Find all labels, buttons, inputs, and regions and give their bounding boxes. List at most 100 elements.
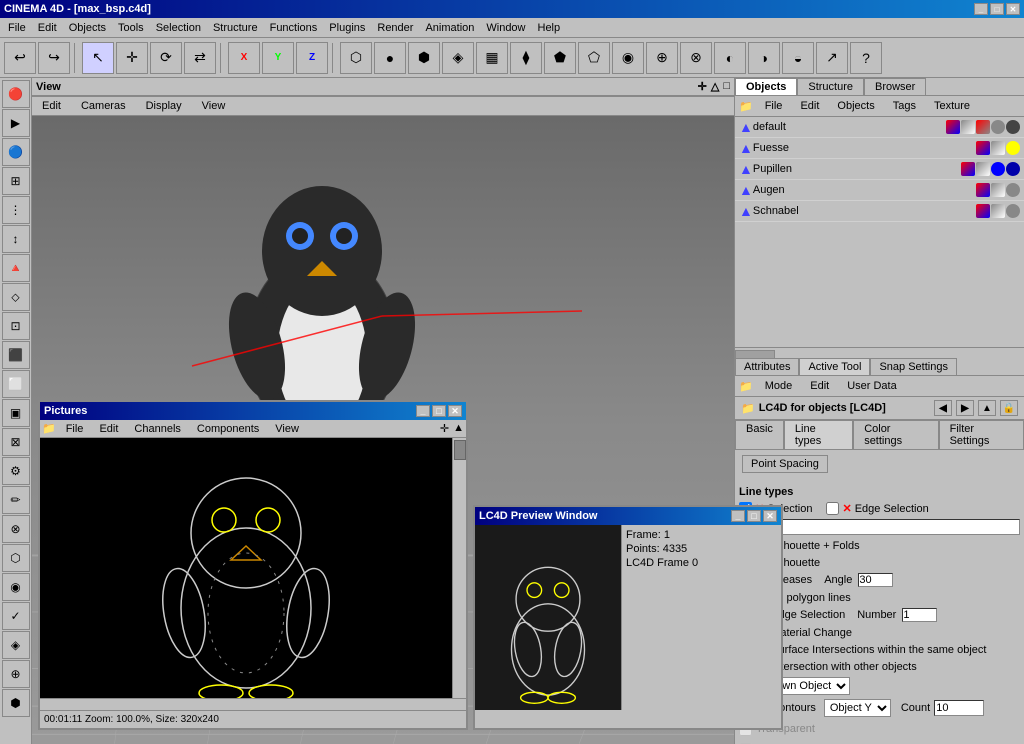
menu-render[interactable]: Render (371, 20, 419, 36)
view-display[interactable]: Display (140, 98, 188, 114)
view-view[interactable]: View (196, 98, 232, 114)
nav-back[interactable]: ◀ (934, 400, 952, 416)
maximize-button[interactable]: □ (990, 3, 1004, 15)
select-button[interactable]: ↖ (82, 42, 114, 74)
tool2-btn[interactable]: ▦ (476, 42, 508, 74)
pictures-canvas[interactable] (40, 438, 452, 698)
pic-view[interactable]: View (269, 421, 305, 437)
mat-dot-p4[interactable] (1006, 162, 1020, 176)
menu-plugins[interactable]: Plugins (323, 20, 371, 36)
list-item[interactable]: ▲ Schnabel (735, 201, 1024, 222)
pictures-maximize[interactable]: □ (432, 405, 446, 417)
mat-dot-f2[interactable] (991, 141, 1005, 155)
left-btn-19[interactable]: ✓ (2, 602, 30, 630)
pictures-minimize[interactable]: _ (416, 405, 430, 417)
pic-channels[interactable]: Channels (128, 421, 186, 437)
tool1-btn[interactable]: ◈ (442, 42, 474, 74)
preview-minimize[interactable]: _ (731, 510, 745, 522)
attr-mode[interactable]: Mode (759, 378, 799, 394)
close-button[interactable]: ✕ (1006, 3, 1020, 15)
tool5-btn[interactable]: ⬠ (578, 42, 610, 74)
mat-dot-a3[interactable] (1006, 183, 1020, 197)
pictures-scrollbar-v[interactable] (452, 438, 466, 698)
mat-dot-f1[interactable] (976, 141, 990, 155)
obj-edit-menu[interactable]: Edit (794, 98, 825, 114)
tab-line-types[interactable]: Line types (784, 420, 853, 449)
menu-structure[interactable]: Structure (207, 20, 264, 36)
mat-dot-p2[interactable] (976, 162, 990, 176)
mat-dot-3[interactable] (976, 120, 990, 134)
tool6-btn[interactable]: ◉ (612, 42, 644, 74)
cube-btn[interactable]: ⬡ (340, 42, 372, 74)
preview-maximize[interactable]: □ (747, 510, 761, 522)
tab-objects[interactable]: Objects (735, 78, 797, 95)
tool11-btn[interactable]: ◒ (782, 42, 814, 74)
menu-edit[interactable]: Edit (32, 20, 63, 36)
sphere-btn[interactable]: ● (374, 42, 406, 74)
nav-forward[interactable]: ▶ (956, 400, 974, 416)
tab-structure[interactable]: Structure (797, 78, 864, 95)
tab-filter-settings[interactable]: Filter Settings (939, 420, 1024, 449)
left-btn-9[interactable]: ⊡ (2, 312, 30, 340)
obj-texture-menu[interactable]: Texture (928, 98, 976, 114)
mat-dot-a1[interactable] (976, 183, 990, 197)
left-btn-17[interactable]: ⬡ (2, 544, 30, 572)
mat-dot-1[interactable] (946, 120, 960, 134)
menu-file[interactable]: File (2, 20, 32, 36)
menu-help[interactable]: Help (532, 20, 567, 36)
nav-up[interactable]: ▲ (978, 400, 996, 416)
obj-file-menu[interactable]: File (759, 98, 789, 114)
arrow-select-btn[interactable]: ↗ (816, 42, 848, 74)
menu-objects[interactable]: Objects (63, 20, 112, 36)
mat-dot-p3[interactable] (991, 162, 1005, 176)
left-btn-4[interactable]: ⊞ (2, 167, 30, 195)
mat-dot-s3[interactable] (1006, 204, 1020, 218)
cylinder-btn[interactable]: ⬢ (408, 42, 440, 74)
tab-basic[interactable]: Basic (735, 420, 784, 449)
tab-browser[interactable]: Browser (864, 78, 926, 95)
attr-edit[interactable]: Edit (804, 378, 835, 394)
pic-components[interactable]: Components (191, 421, 265, 437)
angle-input[interactable] (858, 573, 893, 587)
preview-3d-view[interactable] (475, 525, 621, 710)
mat-dot-4[interactable] (991, 120, 1005, 134)
left-btn-16[interactable]: ⊗ (2, 515, 30, 543)
z-axis-btn[interactable]: Z (296, 42, 328, 74)
mat-dot-f3[interactable] (1006, 141, 1020, 155)
pictures-close[interactable]: ✕ (448, 405, 462, 417)
menu-tools[interactable]: Tools (112, 20, 150, 36)
title-bar-buttons[interactable]: _ □ ✕ (974, 3, 1020, 15)
menu-functions[interactable]: Functions (264, 20, 324, 36)
rotate-button[interactable]: ⟳ (150, 42, 182, 74)
list-item[interactable]: ▲ default (735, 117, 1024, 138)
mat-dot-s2[interactable] (991, 204, 1005, 218)
view-edit[interactable]: Edit (36, 98, 67, 114)
left-btn-5[interactable]: ⋮ (2, 196, 30, 224)
tab-active-tool[interactable]: Active Tool (799, 358, 870, 375)
tool7-btn[interactable]: ⊕ (646, 42, 678, 74)
menu-animation[interactable]: Animation (419, 20, 480, 36)
tab-snap-settings[interactable]: Snap Settings (870, 358, 957, 375)
pictures-scrollbar-h[interactable] (40, 698, 466, 710)
edge-selection-checkbox[interactable] (826, 502, 839, 515)
contours-select[interactable]: Object Y (824, 699, 891, 717)
pic-edit[interactable]: Edit (93, 421, 124, 437)
left-btn-1[interactable]: 🔴 (2, 80, 30, 108)
left-btn-6[interactable]: ↕ (2, 225, 30, 253)
mat-dot-s1[interactable] (976, 204, 990, 218)
scroll-thumb-v[interactable] (454, 440, 466, 460)
point-spacing-button[interactable]: Point Spacing (742, 455, 828, 473)
minimize-button[interactable]: _ (974, 3, 988, 15)
left-btn-15[interactable]: ✏ (2, 486, 30, 514)
attr-user-data[interactable]: User Data (841, 378, 903, 394)
tool3-btn[interactable]: ⧫ (510, 42, 542, 74)
left-btn-8[interactable]: ⬦ (2, 283, 30, 311)
left-btn-18[interactable]: ◉ (2, 573, 30, 601)
preview-close[interactable]: ✕ (763, 510, 777, 522)
list-item[interactable]: ▲ Pupillen (735, 159, 1024, 180)
tool4-btn[interactable]: ⬟ (544, 42, 576, 74)
menu-window[interactable]: Window (480, 20, 531, 36)
mat-dot-2[interactable] (961, 120, 975, 134)
left-btn-11[interactable]: ⬜ (2, 370, 30, 398)
count-input[interactable] (934, 700, 984, 716)
